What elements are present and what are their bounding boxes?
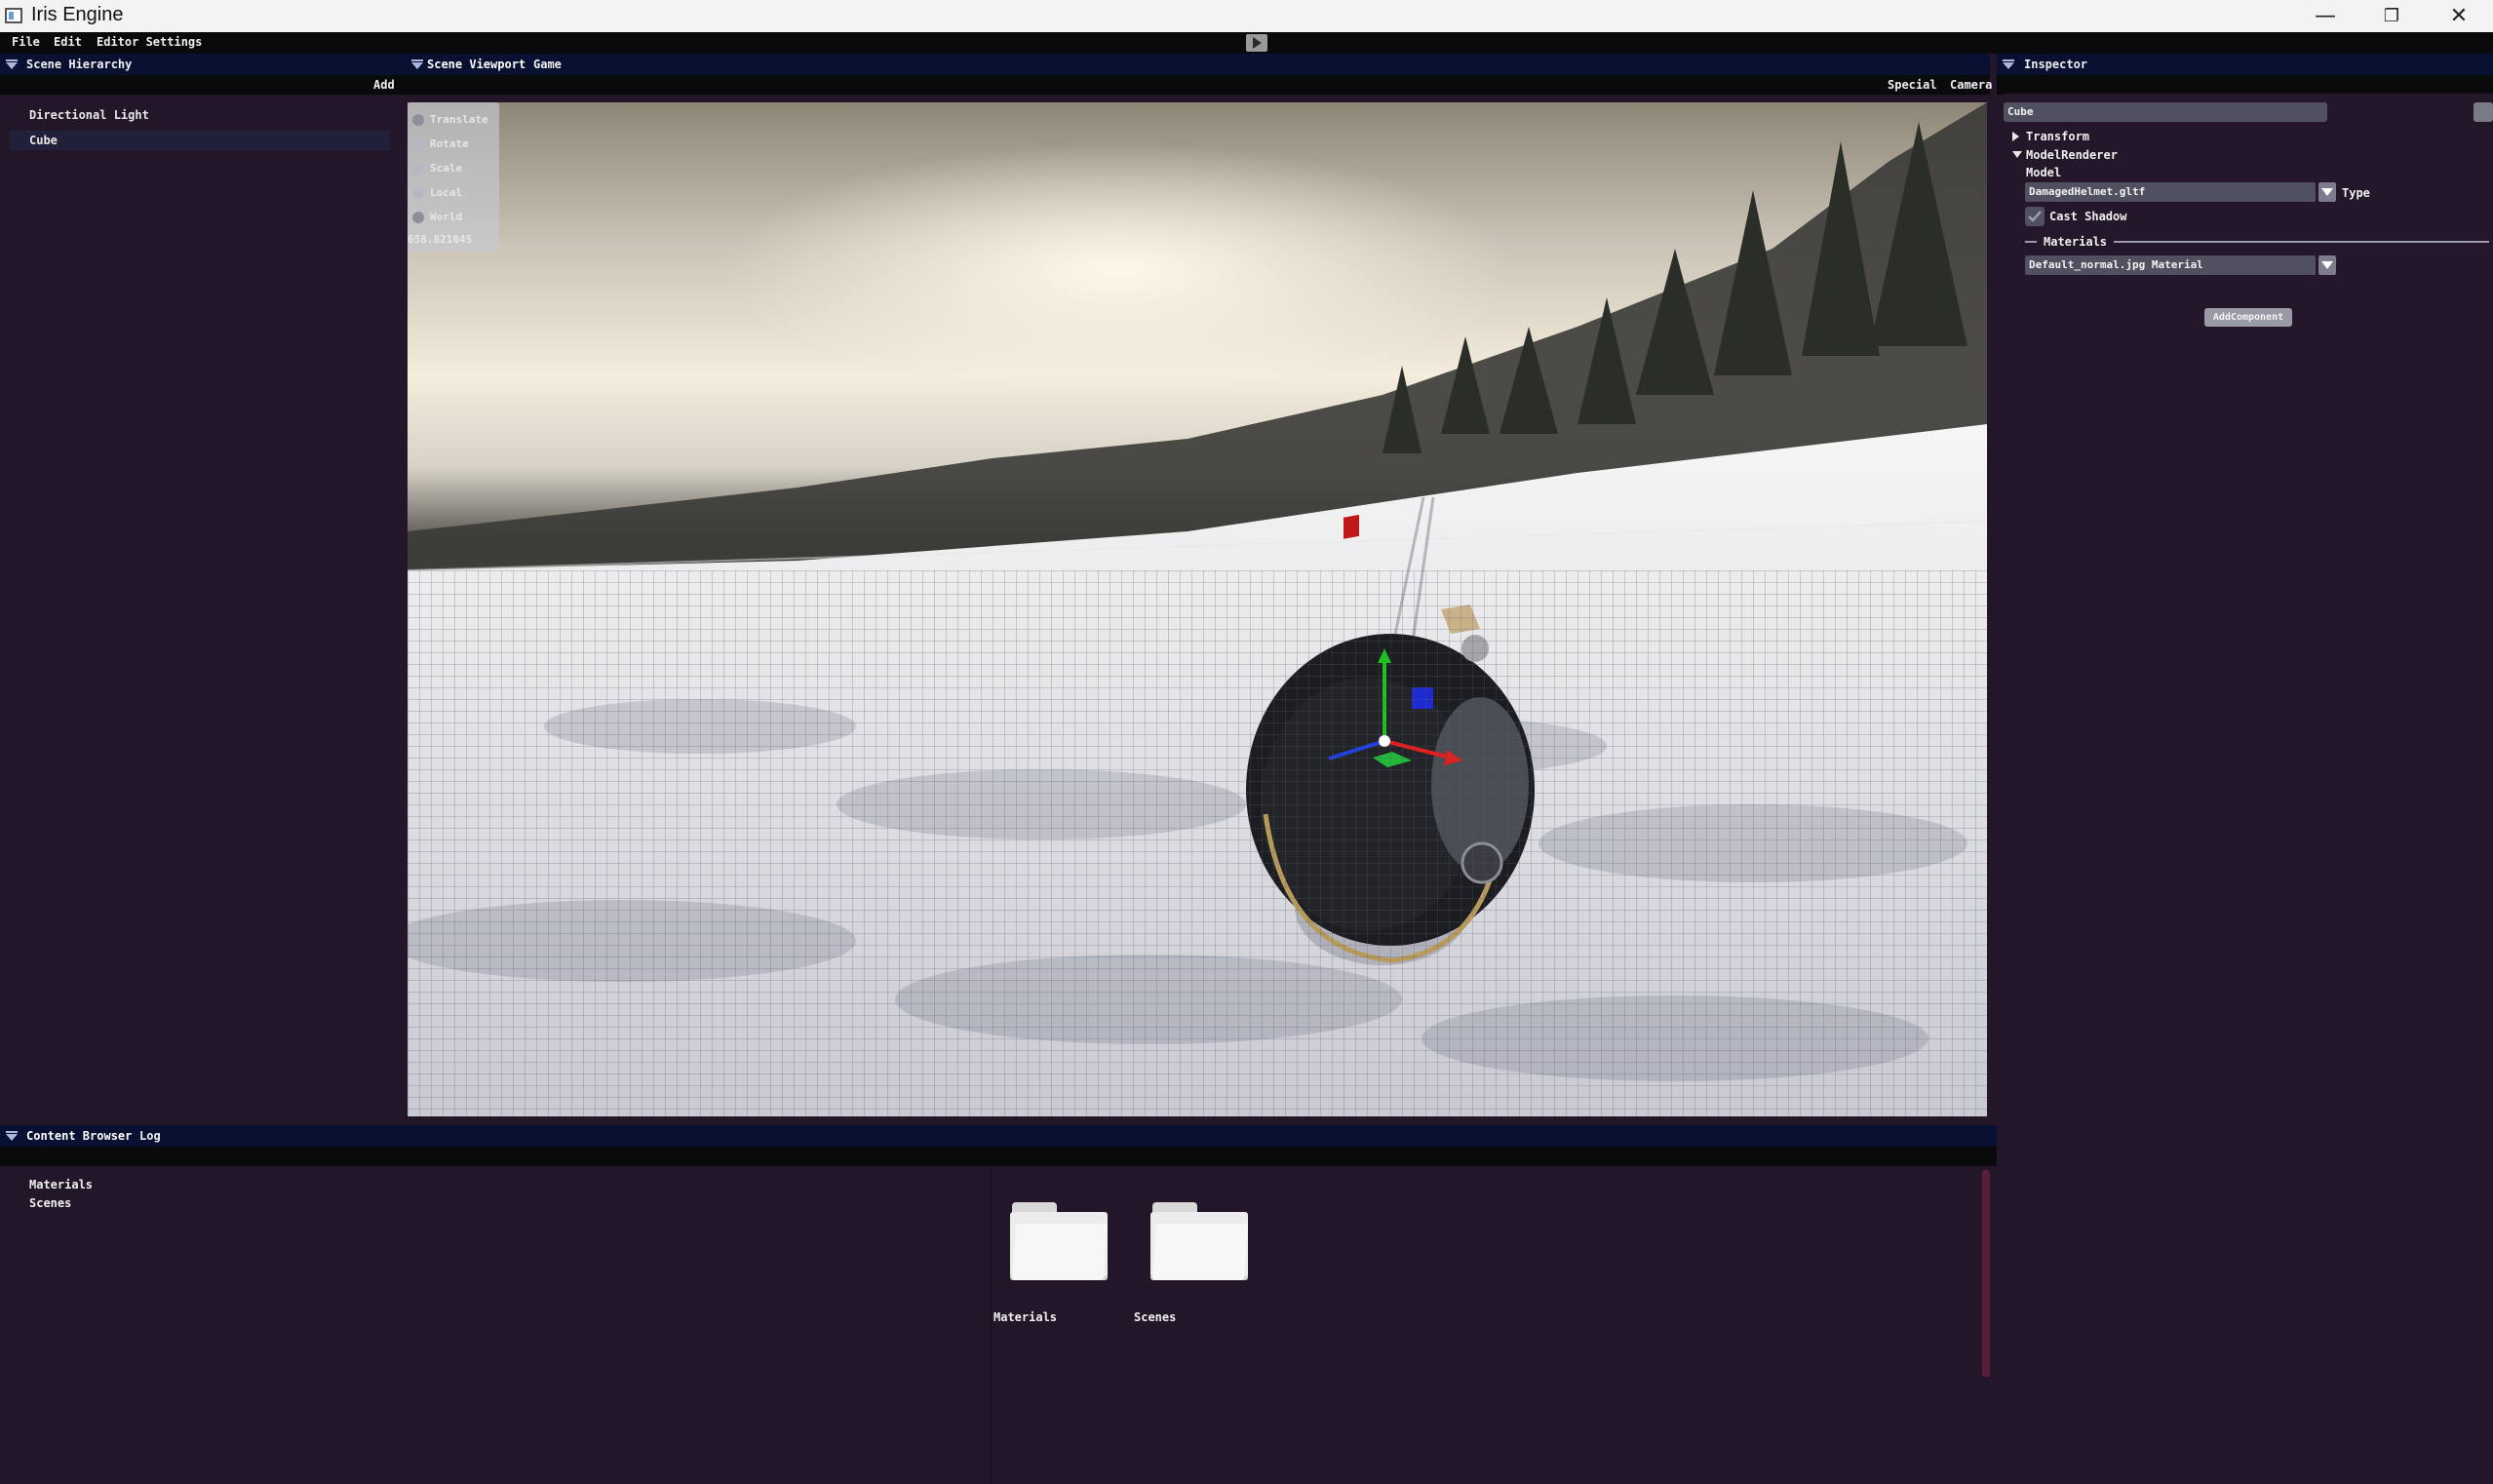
content-browser-toolbar: [0, 1147, 1997, 1166]
collapse-icon[interactable]: [2003, 59, 2014, 69]
menu-edit[interactable]: Edit: [54, 35, 82, 49]
close-button[interactable]: ✕: [2425, 0, 2493, 32]
gizmo-options-panel: Translate Rotate Scale Local World: [408, 102, 499, 252]
radio-icon: [412, 187, 424, 199]
model-dropdown-button[interactable]: [2318, 182, 2336, 202]
radio-icon: [412, 212, 424, 223]
restore-icon: ❐: [2383, 6, 2400, 26]
scrollbar-thumb[interactable]: [1982, 1170, 1990, 1377]
minimize-button[interactable]: —: [2291, 0, 2359, 32]
radio-icon: [412, 114, 424, 126]
tree-item-scenes[interactable]: Scenes: [29, 1196, 71, 1210]
app-icon: [5, 8, 22, 23]
menu-file[interactable]: File: [12, 35, 40, 49]
model-select[interactable]: DamagedHelmet.gltf: [2025, 182, 2316, 202]
tab-scene-hierarchy[interactable]: Scene Hierarchy: [26, 58, 132, 71]
restore-button[interactable]: ❐: [2357, 0, 2426, 32]
scene-viewport[interactable]: [408, 102, 1987, 1116]
chevron-down-icon: [2321, 261, 2333, 269]
fps-readout: 658.821045: [408, 233, 473, 246]
splitter[interactable]: [990, 1168, 992, 1484]
collapse-icon[interactable]: [6, 1131, 18, 1141]
collapse-arrow-icon: [2012, 151, 2022, 158]
materials-label: Materials: [2044, 235, 2108, 249]
active-checkbox[interactable]: [2474, 102, 2493, 122]
gizmo-option-world[interactable]: World: [412, 209, 462, 226]
title-bar: Iris Engine — ❐ ✕: [0, 0, 2493, 32]
play-icon: [1252, 37, 1262, 49]
hierarchy-item-cube[interactable]: Cube: [10, 131, 390, 150]
gizmo-option-scale[interactable]: Scale: [412, 160, 462, 177]
separator: [2025, 241, 2037, 243]
tab-game[interactable]: Game: [533, 58, 562, 71]
tab-scene-viewport[interactable]: Scene Viewport: [427, 58, 526, 71]
cast-shadow-label: Cast Shadow: [2049, 210, 2127, 223]
camera-menu[interactable]: Camera: [1950, 78, 1992, 92]
play-button[interactable]: [1246, 34, 1267, 52]
folder-scenes[interactable]: [1150, 1202, 1249, 1280]
gizmo-option-translate[interactable]: Translate: [412, 111, 488, 129]
special-menu[interactable]: Special: [1888, 78, 1937, 92]
expand-arrow-icon: [2012, 132, 2019, 141]
folder-label-materials[interactable]: Materials: [993, 1310, 1057, 1324]
tab-content-browser[interactable]: Content Browser: [26, 1129, 132, 1143]
collapse-icon[interactable]: [411, 59, 423, 69]
tab-log[interactable]: Log: [139, 1129, 161, 1143]
menu-editor-settings[interactable]: Editor Settings: [97, 35, 202, 49]
inspector-toolbar: [1997, 75, 2493, 95]
content-browser-header: Content Browser Log: [0, 1125, 1997, 1147]
folder-materials[interactable]: [1010, 1202, 1109, 1280]
folder-label-scenes[interactable]: Scenes: [1134, 1310, 1176, 1324]
window-title: Iris Engine: [31, 4, 124, 25]
inspector-body: [2003, 94, 2493, 1484]
tab-inspector[interactable]: Inspector: [2024, 58, 2087, 71]
viewport-toolbar: Special Camera: [406, 75, 1992, 95]
separator: [2114, 241, 2489, 243]
grid-overlay: [408, 570, 1987, 1116]
material-dropdown-button[interactable]: [2318, 255, 2336, 275]
cast-shadow-checkbox[interactable]: [2025, 207, 2045, 226]
radio-icon: [412, 138, 424, 150]
minimize-icon: —: [2315, 4, 2336, 28]
type-label: Type: [2342, 186, 2370, 200]
object-name-field[interactable]: Cube: [2004, 102, 2327, 122]
add-button[interactable]: Add: [373, 78, 395, 92]
hierarchy-item-directional-light[interactable]: Directional Light: [10, 105, 390, 125]
hierarchy-header: Scene Hierarchy: [0, 54, 406, 75]
inspector-header: Inspector: [1997, 54, 2493, 75]
tree-item-materials[interactable]: Materials: [29, 1178, 93, 1191]
close-icon: ✕: [2449, 4, 2469, 28]
add-component-button[interactable]: AddComponent: [2204, 308, 2292, 327]
hierarchy-toolbar: Add: [0, 75, 406, 95]
viewport-header: Scene Viewport Game: [406, 54, 1990, 75]
model-label: Model: [2026, 166, 2062, 179]
radio-icon: [412, 163, 424, 175]
chevron-down-icon: [2321, 188, 2333, 196]
collapse-icon[interactable]: [6, 59, 18, 69]
material-select[interactable]: Default_normal.jpg Material: [2025, 255, 2316, 275]
gizmo-option-rotate[interactable]: Rotate: [412, 136, 469, 153]
checkmark-icon: [2028, 211, 2042, 222]
gizmo-option-local[interactable]: Local: [412, 184, 462, 202]
